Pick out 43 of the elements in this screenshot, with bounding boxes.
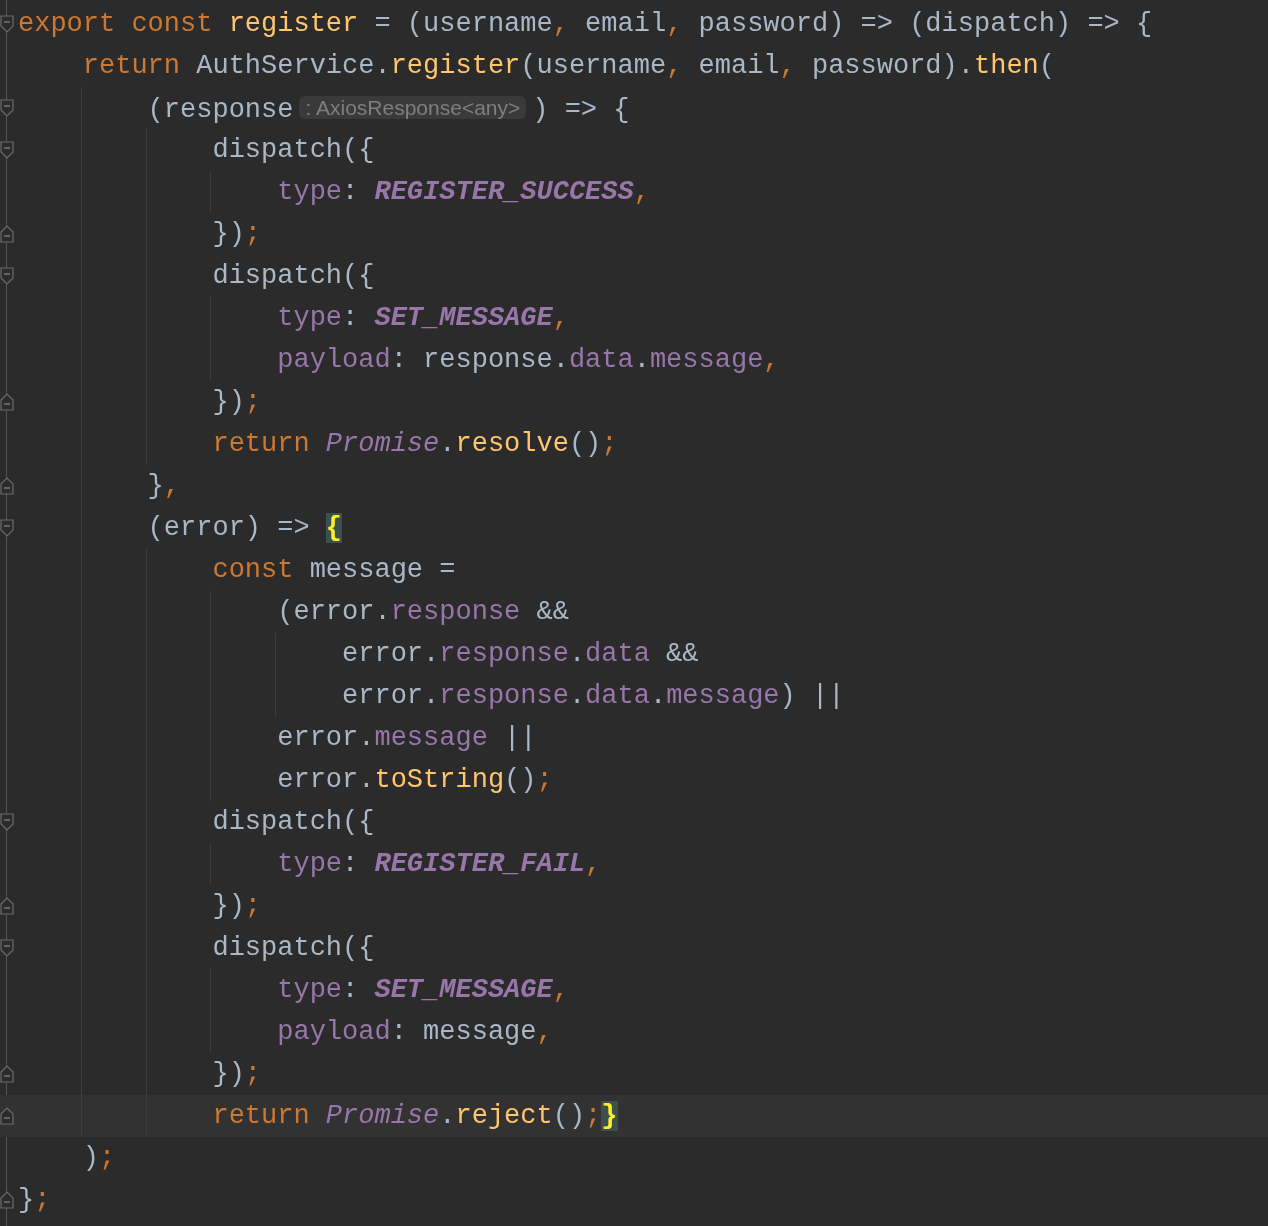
code-line: (response $^{: AxiosResponse<any>}$ ) => {: [146, 94, 630, 127]
code-line: dispatch({: [211, 134, 375, 167]
code-line: });: [211, 386, 262, 419]
unfold-icon[interactable]: [0, 1065, 14, 1083]
code-line: });: [211, 1058, 262, 1091]
code-line: },: [146, 470, 181, 503]
code-line: const message =: [211, 554, 456, 587]
fold-icon[interactable]: [0, 267, 14, 285]
code-line: error.response.data.message) ||: [341, 680, 845, 713]
code-line: return AuthService.register(username, email, password).then(: [81, 50, 1055, 83]
code-line: payload: message,: [276, 1016, 553, 1049]
unfold-icon[interactable]: [0, 393, 14, 411]
code-line: (error.response &&: [276, 596, 569, 629]
code-line: payload: response.data.message,: [276, 344, 780, 377]
code-line: export const register = (username, email, password) => (dispatch) => {: [18, 8, 1153, 41]
unfold-icon[interactable]: [0, 897, 14, 915]
code-line: type: REGISTER_FAIL,: [276, 848, 602, 881]
fold-icon[interactable]: [0, 813, 14, 831]
unfold-icon[interactable]: [0, 477, 14, 495]
code-line: dispatch({: [211, 260, 375, 293]
code-line: );: [81, 1142, 116, 1175]
code-line: return Promise.reject();}: [211, 1100, 618, 1133]
code-line: error.message ||: [276, 722, 537, 755]
fold-icon[interactable]: [0, 939, 14, 957]
code-line: dispatch({: [211, 806, 375, 839]
code-line: type: REGISTER_SUCCESS,: [276, 176, 650, 209]
fold-icon[interactable]: [0, 141, 14, 159]
code-line: });: [211, 890, 262, 923]
fold-icon[interactable]: [0, 15, 14, 33]
code-line: error.response.data &&: [341, 638, 699, 671]
fold-icon[interactable]: [0, 99, 14, 117]
code-line: return Promise.resolve();: [211, 428, 618, 461]
code-line: type: SET_MESSAGE,: [276, 302, 569, 335]
code-line: });: [211, 218, 262, 251]
unfold-icon[interactable]: [0, 225, 14, 243]
code-line: error.toString();: [276, 764, 553, 797]
fold-icon[interactable]: [0, 519, 14, 537]
code-line: type: SET_MESSAGE,: [276, 974, 569, 1007]
unfold-icon[interactable]: [0, 1107, 14, 1125]
unfold-icon[interactable]: [0, 1191, 14, 1209]
code-line: (error) => {: [146, 512, 343, 545]
code-line: dispatch({: [211, 932, 375, 965]
code-line: };: [18, 1184, 51, 1217]
